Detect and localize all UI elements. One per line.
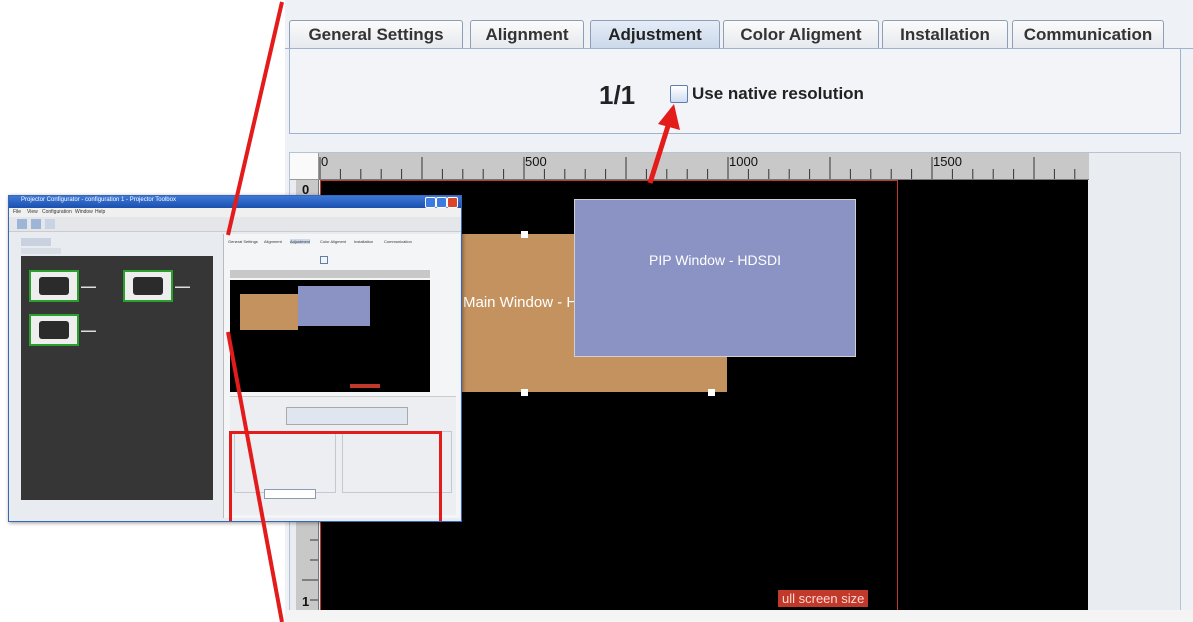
menu-configuration[interactable]: Configuration bbox=[42, 209, 72, 215]
bottom-strip bbox=[285, 610, 1193, 622]
overview-display-canvas[interactable] bbox=[230, 280, 430, 392]
full-screen-size-label: ull screen size bbox=[778, 590, 869, 607]
ruler-corner bbox=[290, 153, 319, 180]
overview-menubar: File View Configuration Window Help bbox=[9, 208, 461, 217]
overview-title: Projector Configurator - configuration 1… bbox=[21, 197, 176, 203]
projector-thumbnail[interactable] bbox=[29, 314, 79, 346]
tab-adjustment[interactable]: Adjustment bbox=[590, 20, 720, 48]
close-icon[interactable] bbox=[447, 197, 458, 208]
page-indicator: 1/1 bbox=[599, 80, 636, 110]
overview-ruler bbox=[230, 270, 430, 278]
tab-general-settings[interactable]: General Settings bbox=[289, 20, 463, 48]
menu-view[interactable]: View bbox=[27, 209, 38, 215]
projector-label: ▬▬▬ bbox=[81, 284, 96, 290]
projector-icon bbox=[39, 321, 69, 339]
overview-tab-color[interactable]: Color Aligment bbox=[320, 239, 346, 244]
tab-alignment[interactable]: Alignment bbox=[470, 20, 584, 48]
zoom-highlight-box bbox=[229, 431, 442, 521]
overview-tab-bar: General Settings Alignment Adjustment Co… bbox=[228, 238, 454, 247]
adjustment-toolbar: 1/1 Use native resolution bbox=[289, 48, 1181, 134]
overview-tab-general[interactable]: General Settings bbox=[228, 239, 258, 244]
toolbar-add-icon[interactable] bbox=[31, 219, 41, 229]
minimize-icon[interactable] bbox=[425, 197, 436, 208]
overview-tab-communication[interactable]: Communication bbox=[384, 239, 412, 244]
overview-group-tab[interactable] bbox=[21, 248, 61, 254]
toolbar-grid-icon[interactable] bbox=[17, 219, 27, 229]
pip-window-label: PIP Window - HDSDI bbox=[649, 252, 781, 268]
overview-titlebar: Projector Configurator - configuration 1… bbox=[9, 196, 461, 208]
projector-thumbnail[interactable] bbox=[29, 270, 79, 302]
overview-left-toolbar bbox=[21, 238, 51, 246]
projector-thumbnail[interactable] bbox=[123, 270, 173, 302]
tab-installation[interactable]: Installation bbox=[882, 20, 1008, 48]
projector-label: ▬▬▬ bbox=[81, 328, 96, 334]
projector-icon bbox=[39, 277, 69, 295]
resize-handle-bottom-right[interactable] bbox=[708, 389, 715, 396]
overview-pip-window[interactable] bbox=[298, 286, 370, 326]
main-window-label: Main Window - H bbox=[463, 294, 578, 311]
overview-fullscreen-marker bbox=[350, 384, 380, 388]
ruler-label-1000: 1000 bbox=[729, 154, 758, 169]
maximize-icon[interactable] bbox=[436, 197, 447, 208]
tab-color-aligment[interactable]: Color Aligment bbox=[723, 20, 879, 48]
projector-icon bbox=[133, 277, 163, 295]
resize-handle-top[interactable] bbox=[521, 231, 528, 238]
settings-tab-bar: General Settings Alignment Adjustment Co… bbox=[285, 12, 1193, 49]
projector-list-panel: ▬▬▬ ▬▬▬ ▬▬▬ bbox=[21, 256, 213, 500]
menu-file[interactable]: File bbox=[13, 209, 21, 215]
overview-tab-alignment[interactable]: Alignment bbox=[264, 239, 282, 244]
tab-communication[interactable]: Communication bbox=[1012, 20, 1164, 48]
overview-application-window: Projector Configurator - configuration 1… bbox=[8, 195, 462, 522]
ruler-label-0: 0 bbox=[321, 154, 329, 169]
resize-handle-bottom[interactable] bbox=[521, 389, 528, 396]
horizontal-ruler: 0 500 1000 1500 bbox=[319, 153, 1089, 180]
overview-main-window[interactable] bbox=[240, 294, 298, 330]
overview-layer-list[interactable] bbox=[286, 407, 408, 425]
overview-tab-adjustment[interactable]: Adjustment bbox=[290, 239, 311, 244]
projector-label: ▬▬▬ bbox=[175, 284, 190, 290]
native-resolution-label: Use native resolution bbox=[692, 84, 864, 103]
menu-help[interactable]: Help bbox=[95, 209, 105, 215]
ruler-label-1500: 1500 bbox=[933, 154, 962, 169]
overview-toolbar bbox=[9, 217, 461, 232]
toolbar-tool-icon[interactable] bbox=[45, 219, 55, 229]
overview-tab-installation[interactable]: Installation bbox=[354, 239, 373, 244]
overview-native-checkbox[interactable] bbox=[320, 256, 328, 264]
vertical-ruler-label-bottom: 1 bbox=[302, 594, 310, 609]
pip-window-layer[interactable]: PIP Window - HDSDI bbox=[574, 199, 856, 357]
menu-window[interactable]: Window bbox=[75, 209, 93, 215]
ruler-label-500: 500 bbox=[525, 154, 547, 169]
native-resolution-checkbox[interactable] bbox=[670, 85, 688, 103]
ruler-ticks bbox=[319, 157, 1076, 179]
